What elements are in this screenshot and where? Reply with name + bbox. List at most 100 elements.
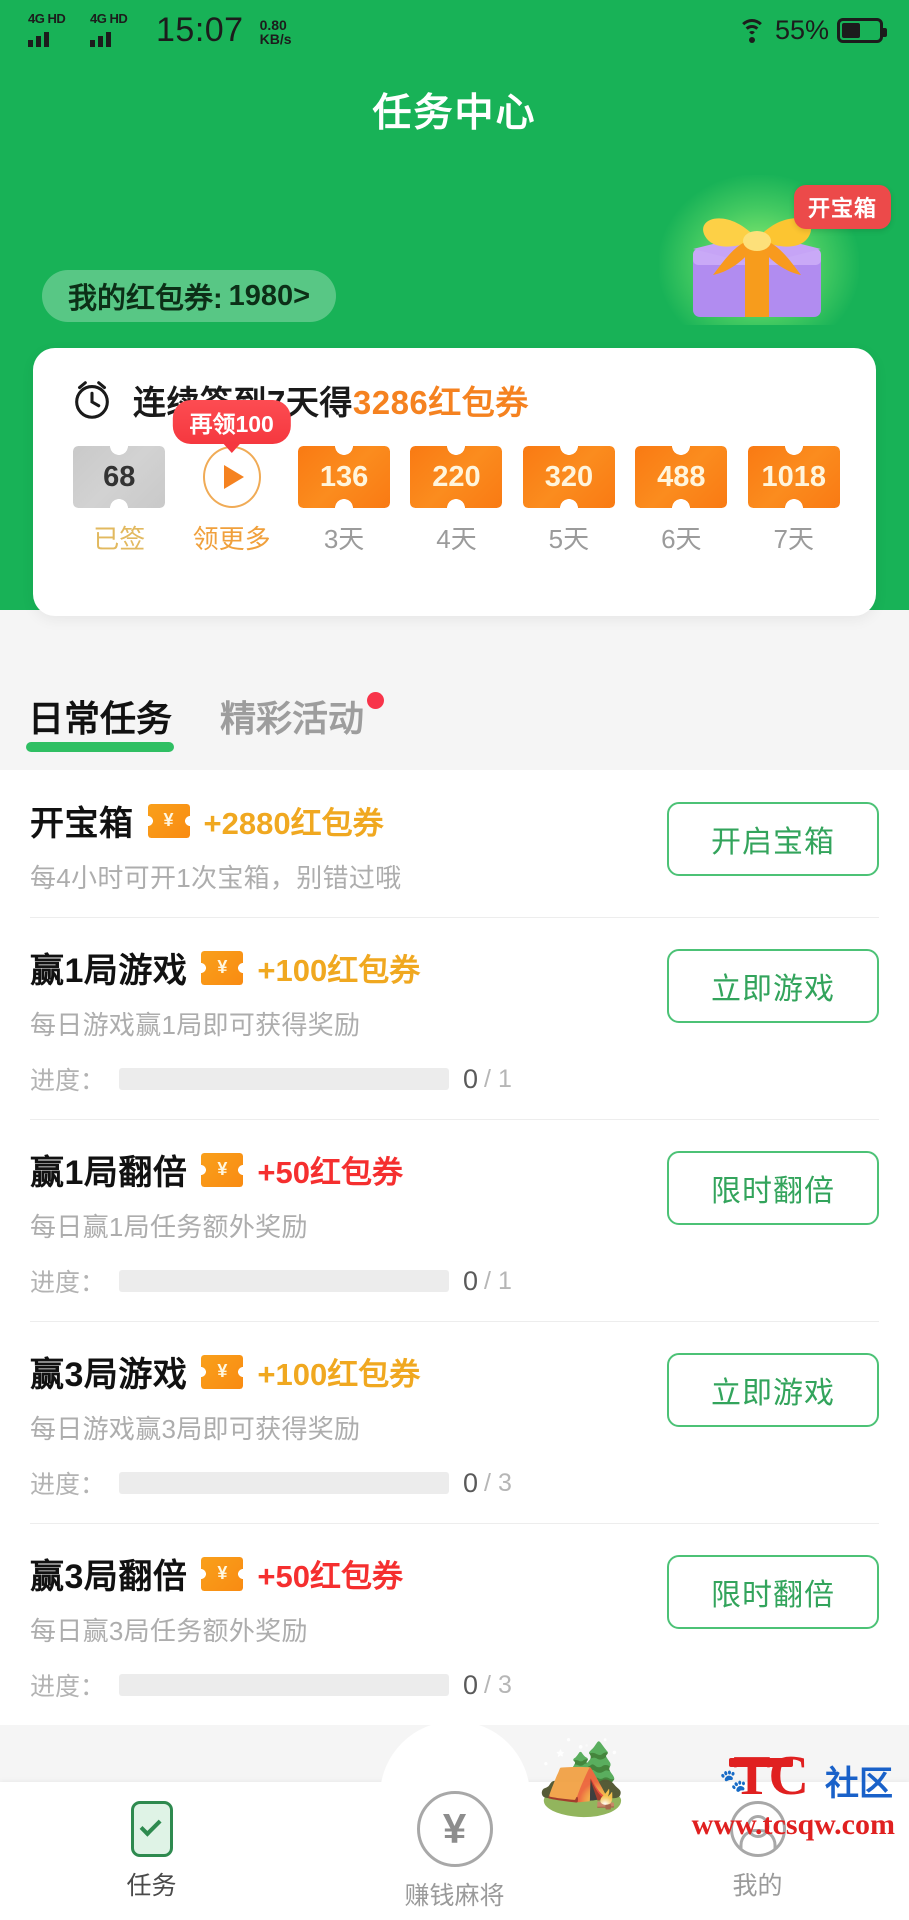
coupon-ticket-icon: ¥ <box>201 950 244 985</box>
task-progress-current: 0 <box>463 1467 479 1498</box>
signin-card: 连续签到7天得3286红包券 68 已签 再领100 领更多 136 3天 220 4天 320… <box>33 348 876 616</box>
task-title-line: 赢1局游戏 ¥ +100红包券 <box>30 943 647 992</box>
my-coupon-pill[interactable]: 我的红包券: 1980> <box>42 270 337 322</box>
treasure-box-entry[interactable]: 开宝箱 <box>649 175 891 325</box>
task-name: 赢3局游戏 <box>30 1356 188 1394</box>
status-bar-left: 4G HD 4G HD 15:07 0.80 KB/s <box>0 11 292 49</box>
signin-day-2[interactable]: 再领100 领更多 <box>172 400 291 556</box>
task-progress: 进度： 0/ 1 <box>30 1061 647 1097</box>
signin-day-ticket: 136 <box>298 446 391 508</box>
task-item: 开宝箱 ¥ +2880红包券每4小时可开1次宝箱，别错过哦 开启宝箱 <box>0 770 909 917</box>
signin-title-highlight: 3286红包券 <box>352 384 529 421</box>
signin-day-5[interactable]: 320 5天 <box>513 446 625 556</box>
signin-day-label: 5天 <box>548 524 590 554</box>
task-progress-total: / 3 <box>484 1670 512 1699</box>
task-row: 赢3局游戏 ¥ +100红包券每日游戏赢3局即可获得奖励进度： 0/ 3 立即游戏 <box>30 1347 879 1501</box>
tab-daily-tasks[interactable]: 日常任务 <box>25 690 175 752</box>
signin-day-ticket: 320 <box>522 446 615 508</box>
task-action-button[interactable]: 立即游戏 <box>667 1353 879 1427</box>
task-name: 赢1局游戏 <box>30 952 188 990</box>
task-action-button[interactable]: 开启宝箱 <box>667 802 879 876</box>
task-action-button[interactable]: 限时翻倍 <box>667 1555 879 1629</box>
task-row: 赢1局翻倍 ¥ +50红包券 每日赢1局任务额外奖励 进度： 0/ 1 限时翻倍 <box>30 1145 879 1299</box>
signin-day-label: 已签 <box>93 524 146 554</box>
task-row: 赢3局翻倍 ¥ +50红包券每日赢3局任务额外奖励进度： 0/ 3 限时翻倍 <box>30 1549 879 1703</box>
task-name: 赢3局翻倍 <box>30 1558 188 1596</box>
nav-item-mahjong[interactable]: ¥ 赚钱麻将 <box>303 1720 606 1912</box>
task-tabs: 日常任务 精彩活动 <box>0 690 909 752</box>
task-description: 每日赢3局任务额外奖励 <box>30 1616 308 1646</box>
task-row: 开宝箱 ¥ +2880红包券每4小时可开1次宝箱，别错过哦 开启宝箱 <box>30 796 879 895</box>
signin-day-ticket: 488 <box>635 446 728 508</box>
signin-day-3[interactable]: 136 3天 <box>288 446 400 556</box>
task-item: 赢3局游戏 ¥ +100红包券每日游戏赢3局即可获得奖励进度： 0/ 3 立即游戏 <box>0 1321 909 1523</box>
task-row: 赢1局游戏 ¥ +100红包券 每日游戏赢1局即可获得奖励 进度： 0/ 1 立即游戏 <box>30 943 879 1097</box>
task-name: 开宝箱 <box>30 805 134 843</box>
task-name: 赢1局翻倍 <box>30 1154 188 1192</box>
signal-1-icon: 4G HD <box>26 11 78 47</box>
task-action-button[interactable]: 立即游戏 <box>667 949 879 1023</box>
task-title-line: 赢1局翻倍 ¥ +50红包券 <box>30 1145 647 1194</box>
nav-item-tasks[interactable]: 任务 <box>0 1800 303 1902</box>
signin-day-label: 领更多 <box>192 524 271 554</box>
tab-label: 日常任务 <box>28 698 173 739</box>
signin-day-4[interactable]: 220 4天 <box>400 446 512 556</box>
signin-days-row: 68 已签 再领100 领更多 136 3天 220 4天 320 5天 488 6天 1018 7天 <box>33 400 876 556</box>
task-action-button[interactable]: 限时翻倍 <box>667 1151 879 1225</box>
task-item: 赢3局翻倍 ¥ +50红包券每日赢3局任务额外奖励进度： 0/ 3 限时翻倍 <box>0 1523 909 1725</box>
task-title-line: 赢3局游戏 ¥ +100红包券 <box>30 1347 647 1396</box>
task-progress-bar <box>119 1270 450 1292</box>
task-description: 每日游戏赢3局即可获得奖励 <box>30 1414 361 1444</box>
network-speed-unit: KB/s <box>259 31 292 48</box>
nav-item-label: 任务 <box>126 1871 177 1900</box>
alarm-clock-icon <box>75 381 109 419</box>
task-progress-current: 0 <box>463 1265 479 1296</box>
task-progress: 进度： 0/ 3 <box>30 1465 647 1501</box>
network-type-2-label: 4G HD <box>90 11 128 26</box>
tab-activities[interactable]: 精彩活动 <box>220 690 385 752</box>
signin-day-1[interactable]: 68 已签 <box>63 446 175 556</box>
signin-day-label: 3天 <box>323 524 365 554</box>
status-time: 15:07 <box>156 11 244 49</box>
person-icon <box>729 1800 786 1857</box>
task-progress-total: / 1 <box>484 1266 512 1295</box>
task-checklist-icon <box>130 1800 173 1857</box>
coupon-ticket-icon: ¥ <box>147 803 190 838</box>
task-list: 开宝箱 ¥ +2880红包券每4小时可开1次宝箱，别错过哦 开启宝箱赢1局游戏 ¥ +10… <box>0 770 909 1725</box>
task-progress: 进度： 0/ 3 <box>30 1667 647 1703</box>
signin-day-label: 7天 <box>773 524 814 554</box>
task-reward: +100红包券 <box>257 953 421 988</box>
tab-label: 精彩活动 <box>220 698 365 739</box>
status-bar: 4G HD 4G HD 15:07 0.80 KB/s 55% <box>0 0 909 60</box>
battery-icon <box>837 17 887 43</box>
task-progress-bar <box>119 1674 450 1696</box>
signal-2-icon: 4G HD <box>88 11 140 47</box>
signin-day-7[interactable]: 1018 7天 <box>738 446 850 556</box>
task-progress-label: 进度： <box>30 1673 106 1701</box>
task-reward: +50红包券 <box>257 1559 404 1594</box>
task-description: 每4小时可开1次宝箱，别错过哦 <box>30 863 402 893</box>
signin-day-ticket: 220 <box>410 446 503 508</box>
status-bar-right: 55% <box>737 15 909 46</box>
task-progress: 进度： 0/ 1 <box>30 1263 647 1299</box>
coupon-ticket-icon: ¥ <box>201 1556 244 1591</box>
bottom-navigation: 任务 ¥ 赚钱麻将 我的 <box>0 1720 909 1920</box>
network-speed: 0.80 KB/s <box>259 17 292 48</box>
task-item: 赢1局游戏 ¥ +100红包券 每日游戏赢1局即可获得奖励 进度： 0/ 1 立即游戏 <box>0 917 909 1119</box>
open-treasure-badge[interactable]: 开宝箱 <box>793 185 891 229</box>
task-title-line: 开宝箱 ¥ +2880红包券 <box>30 796 647 845</box>
play-video-icon[interactable] <box>196 446 268 508</box>
task-progress-total: / 3 <box>484 1468 512 1497</box>
task-progress-current: 0 <box>463 1063 479 1094</box>
yen-coin-wrap: ¥ <box>379 1720 530 1871</box>
task-progress-label: 进度： <box>30 1067 106 1095</box>
task-reward: +2880红包券 <box>203 806 384 841</box>
page-title: 任务中心 <box>372 92 537 135</box>
task-content: 开宝箱 ¥ +2880红包券每4小时可开1次宝箱，别错过哦 <box>30 796 647 895</box>
signin-day-6[interactable]: 488 6天 <box>625 446 737 556</box>
nav-item-mine[interactable]: 我的 <box>606 1800 909 1902</box>
nav-item-label: 我的 <box>732 1871 783 1900</box>
task-content: 赢3局游戏 ¥ +100红包券每日游戏赢3局即可获得奖励进度： 0/ 3 <box>30 1347 647 1501</box>
nav-item-label: 赚钱麻将 <box>404 1881 505 1910</box>
coupon-ticket-icon: ¥ <box>201 1152 244 1187</box>
